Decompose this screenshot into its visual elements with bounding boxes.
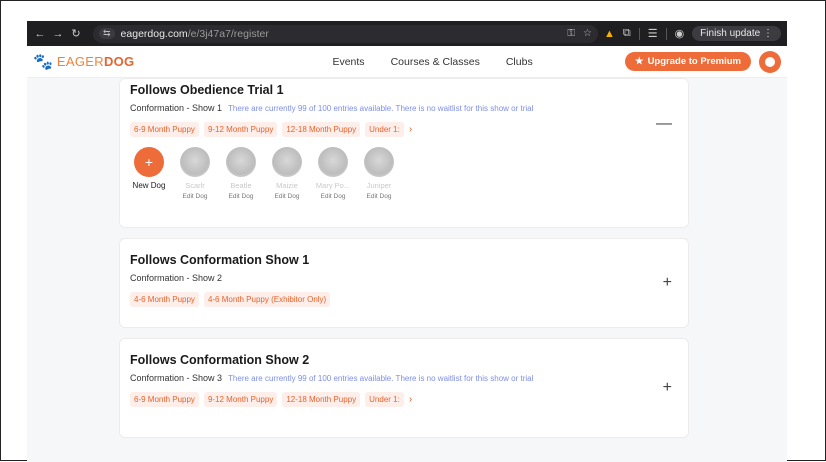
star-icon: ★ — [635, 56, 644, 67]
event-subtitle: Conformation - Show 1 — [130, 103, 223, 113]
nav-events[interactable]: Events — [332, 56, 364, 68]
class-tag[interactable]: 9-12 Month Puppy — [203, 392, 278, 407]
logo-text-dog: DOG — [103, 54, 135, 69]
site-settings-icon[interactable]: ⇆ — [99, 28, 115, 39]
edit-dog-link[interactable]: Edit Dog — [176, 193, 214, 200]
dog-item[interactable]: Scarlr Edit Dog — [176, 147, 214, 200]
class-tags: 6-9 Month Puppy 9-12 Month Puppy 12-18 M… — [130, 122, 678, 137]
site-header: 🐾 EAGERDOG Events Courses & Classes Club… — [27, 46, 787, 78]
user-avatar[interactable] — [759, 50, 781, 73]
toolbar-divider — [665, 27, 667, 40]
event-title: Follows Obedience Trial 1 — [130, 83, 284, 97]
dog-photo[interactable] — [364, 147, 394, 177]
class-tag[interactable]: 6-9 Month Puppy — [130, 122, 199, 137]
forward-icon[interactable]: → — [51, 28, 65, 40]
event-title: Follows Conformation Show 1 — [130, 253, 310, 267]
event-card: Follows Conformation Show 1 Conformation… — [119, 238, 689, 328]
class-tag[interactable]: 12-18 Month Puppy — [282, 122, 361, 137]
dog-photo[interactable] — [318, 147, 348, 177]
url-host: eagerdog.com — [120, 27, 188, 40]
class-tag[interactable]: 9-12 Month Puppy — [203, 122, 278, 137]
class-tag[interactable]: Under 1: — [365, 122, 404, 137]
availability-note: There are currently 99 of 100 entries av… — [228, 373, 534, 383]
expand-icon[interactable]: + — [663, 274, 672, 292]
edit-dog-link[interactable]: Edit Dog — [360, 193, 398, 200]
profile-icon[interactable]: ◉ — [675, 27, 685, 40]
dog-item[interactable]: Beatle Edit Dog — [222, 147, 260, 200]
screenshot-frame: ← → ↻ ⇆ eagerdog.com/e/3j47a7/register ⚿… — [0, 0, 826, 462]
reading-list-icon[interactable]: ☰ — [648, 27, 658, 40]
plus-icon[interactable]: + — [134, 147, 164, 177]
expand-icon[interactable]: + — [663, 379, 672, 397]
event-subtitle: Conformation - Show 3 — [130, 373, 223, 383]
collapse-icon[interactable]: — — [656, 115, 672, 133]
event-list: Follows Obedience Trial 1 Conformation -… — [119, 78, 689, 448]
dog-photo[interactable] — [226, 147, 256, 177]
drive-extension-icon[interactable]: ▲ — [604, 28, 615, 40]
event-card: Follows Conformation Show 2 Conformation… — [119, 338, 689, 438]
dog-selector: + New Dog Scarlr Edit Dog Beatle Edit Do… — [130, 147, 678, 200]
dog-item[interactable]: Mary Po... Edit Dog — [314, 147, 352, 200]
class-tag[interactable]: 4-6 Month Puppy — [130, 292, 199, 307]
chevron-right-icon[interactable]: › — [409, 394, 412, 405]
dog-name: Mary Po... — [315, 181, 351, 190]
dog-photo[interactable] — [272, 147, 302, 177]
edit-dog-link[interactable]: Edit Dog — [222, 193, 260, 200]
event-subtitle: Conformation - Show 2 — [130, 273, 223, 283]
address-bar[interactable]: ⇆ eagerdog.com/e/3j47a7/register ⚿ ☆ — [93, 24, 598, 43]
back-icon[interactable]: ← — [33, 28, 47, 40]
browser-toolbar: ← → ↻ ⇆ eagerdog.com/e/3j47a7/register ⚿… — [27, 21, 787, 46]
availability-note: There are currently 99 of 100 entries av… — [228, 103, 534, 113]
chevron-right-icon[interactable]: › — [409, 124, 412, 135]
dog-item[interactable]: Maizie Edit Dog — [268, 147, 306, 200]
dog-name: Beatle — [230, 181, 252, 190]
class-tag[interactable]: 6-9 Month Puppy — [130, 392, 199, 407]
bookmark-star-icon[interactable]: ☆ — [583, 28, 592, 39]
logo-text-eager: EAGER — [56, 54, 104, 69]
edit-dog-link[interactable]: Edit Dog — [314, 193, 352, 200]
user-icon — [765, 56, 775, 67]
finish-update-button[interactable]: Finish update ⋮ — [692, 26, 781, 41]
edit-dog-link[interactable]: Edit Dog — [268, 193, 306, 200]
nav-clubs[interactable]: Clubs — [506, 56, 533, 68]
event-title: Follows Conformation Show 2 — [130, 353, 310, 367]
dog-name: Maizie — [276, 181, 298, 190]
dog-name: Scarlr — [185, 181, 205, 190]
class-tags: 6-9 Month Puppy 9-12 Month Puppy 12-18 M… — [130, 392, 678, 407]
password-key-icon[interactable]: ⚿ — [567, 28, 575, 39]
new-dog[interactable]: + New Dog — [130, 147, 168, 200]
main-nav: Events Courses & Classes Clubs — [332, 56, 532, 68]
browser-window: ← → ↻ ⇆ eagerdog.com/e/3j47a7/register ⚿… — [27, 21, 787, 462]
url-path: /e/3j47a7/register — [187, 27, 269, 40]
dog-item[interactable]: Juniper Edit Dog — [360, 147, 398, 200]
paw-logo-icon: 🐾 — [33, 53, 53, 71]
eagerdog-logo[interactable]: 🐾 EAGERDOG — [33, 52, 134, 72]
new-dog-label: New Dog — [132, 181, 166, 190]
event-card: Follows Obedience Trial 1 Conformation -… — [119, 78, 689, 228]
nav-courses-classes[interactable]: Courses & Classes — [391, 56, 480, 68]
class-tag[interactable]: Under 1: — [365, 392, 404, 407]
dog-photo[interactable] — [180, 147, 210, 177]
class-tag[interactable]: 12-18 Month Puppy — [282, 392, 361, 407]
reload-icon[interactable]: ↻ — [69, 27, 83, 40]
upgrade-premium-button[interactable]: ★ Upgrade to Premium — [625, 52, 751, 71]
toolbar-divider — [638, 27, 640, 40]
extensions-icon[interactable]: ⧉ — [623, 27, 631, 40]
class-tag[interactable]: 4-6 Month Puppy (Exhibitor Only) — [203, 292, 331, 307]
dog-name: Juniper — [366, 181, 392, 190]
class-tags: 4-6 Month Puppy 4-6 Month Puppy (Exhibit… — [130, 292, 678, 307]
